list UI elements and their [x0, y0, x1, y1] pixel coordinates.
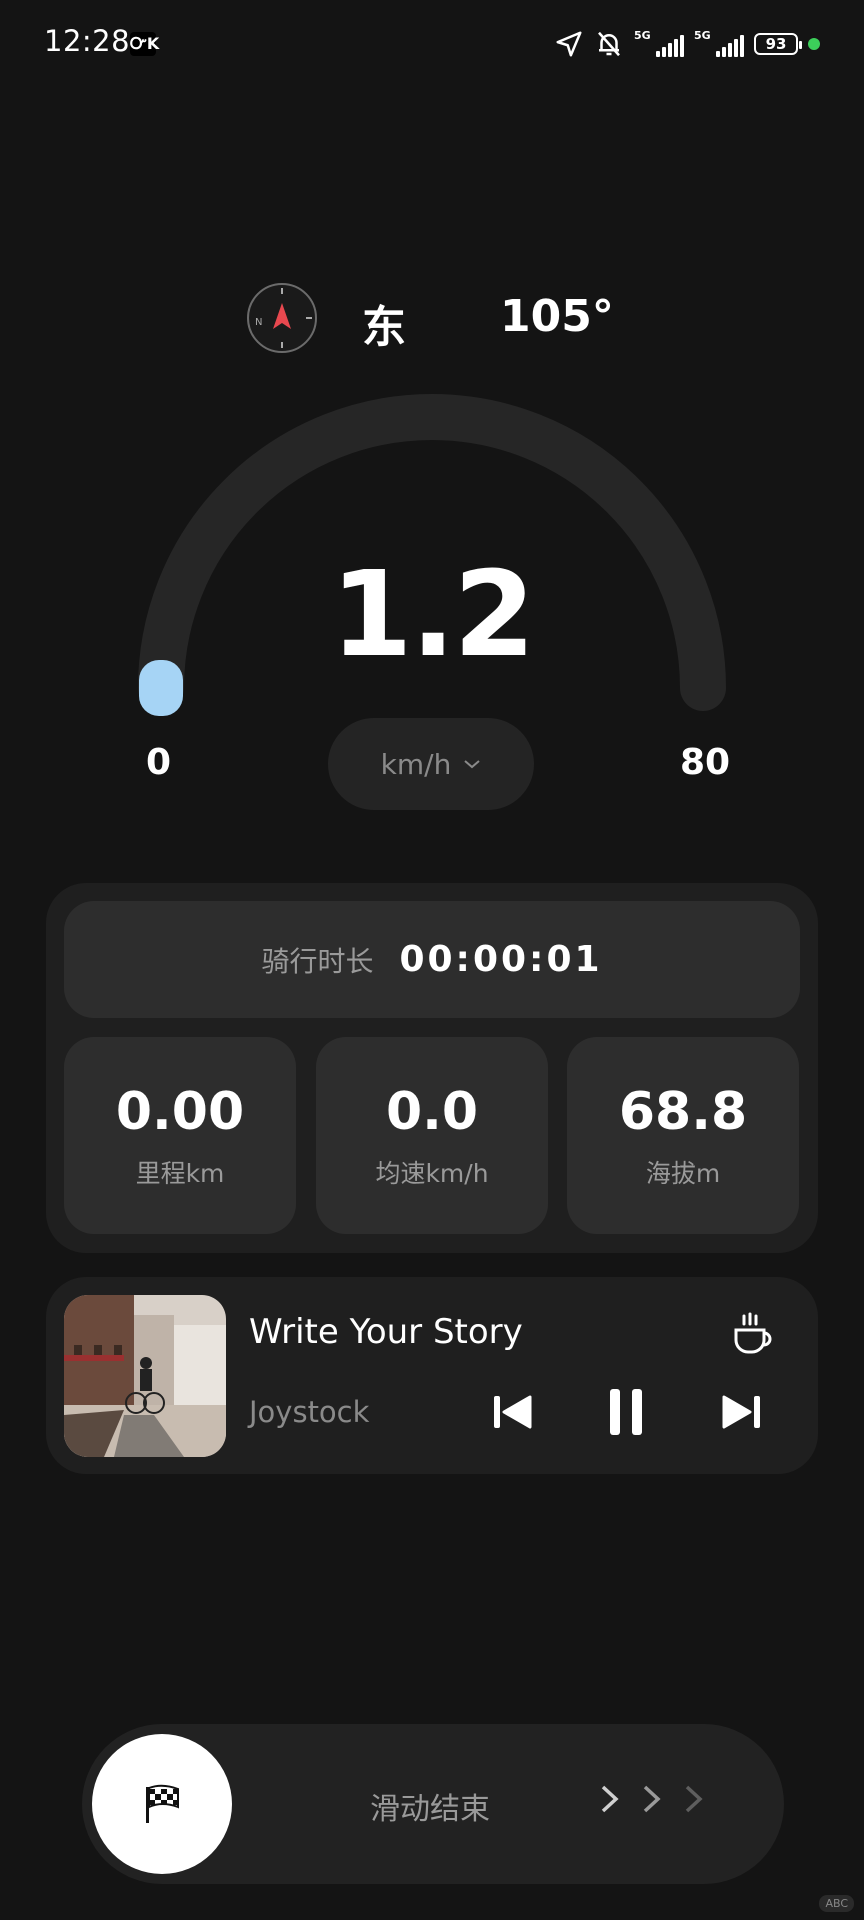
stat-label: 里程km	[135, 1158, 225, 1188]
signal-strength-icon-1: 5G	[634, 29, 684, 57]
previous-icon	[494, 1395, 532, 1429]
stat-altitude: 68.8 海拔m	[567, 1037, 799, 1234]
stat-value: 0.00	[115, 1081, 245, 1142]
slide-to-end-handle[interactable]	[92, 1734, 232, 1874]
stat-value: 68.8	[618, 1081, 748, 1142]
unit-label: km/h	[380, 747, 452, 781]
corner-badge: ABC	[819, 1895, 854, 1912]
song-artist: Joystock	[249, 1395, 370, 1429]
duration-value: 00:00:01	[399, 939, 603, 980]
previous-button[interactable]	[486, 1386, 538, 1438]
unit-selector[interactable]: km/h	[328, 718, 534, 810]
privacy-indicator-dot	[808, 38, 820, 50]
next-icon	[722, 1395, 760, 1429]
pause-icon	[610, 1389, 642, 1435]
stat-average-speed: 0.0 均速km/h	[316, 1037, 548, 1234]
slide-to-end-label: 滑动结束	[370, 1792, 490, 1827]
chevron-right-icon	[682, 1782, 706, 1825]
bell-muted-icon	[598, 31, 620, 57]
album-cover[interactable]	[64, 1295, 226, 1457]
stat-distance: 0.00 里程km	[64, 1037, 296, 1234]
svg-text:N: N	[255, 317, 262, 328]
chevron-right-icon	[598, 1782, 622, 1825]
next-button[interactable]	[716, 1386, 768, 1438]
compass-icon: N	[247, 283, 317, 353]
chevron-right-icon	[640, 1782, 664, 1825]
song-title: Write Your Story	[249, 1312, 523, 1352]
location-arrow-icon	[556, 31, 582, 57]
compass-direction: 东	[362, 302, 406, 353]
compass-heading: 105°	[500, 291, 614, 342]
checkered-flag-icon	[146, 1784, 179, 1823]
status-time: 12:28	[44, 24, 131, 58]
gauge-max-label: 80	[680, 742, 731, 783]
gauge-min-label: 0	[146, 742, 172, 783]
ride-duration: 骑行时长 00:00:01	[64, 901, 800, 1018]
chevron-down-icon	[464, 760, 480, 769]
app-notification-icon: ᏅK	[130, 32, 159, 56]
coffee-icon[interactable]	[728, 1308, 778, 1358]
pause-button[interactable]	[600, 1386, 652, 1438]
stat-value: 0.0	[385, 1081, 479, 1142]
stat-label: 均速km/h	[375, 1158, 489, 1188]
network-type-label: 5G	[634, 29, 651, 42]
stat-label: 海拔m	[645, 1158, 721, 1188]
duration-label: 骑行时长	[261, 944, 374, 978]
status-icons: 5G 5G 93	[554, 26, 820, 62]
battery-icon: 93	[754, 33, 802, 55]
signal-strength-icon-2: 5G	[694, 29, 744, 57]
network-type-label: 5G	[694, 29, 711, 42]
current-speed: 1.2	[330, 545, 535, 683]
